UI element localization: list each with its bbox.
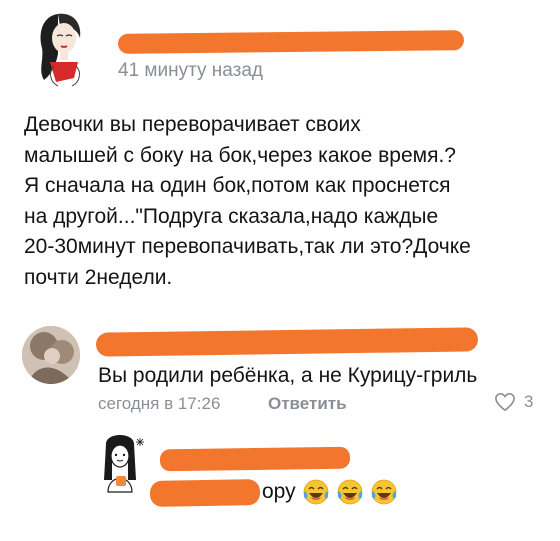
post-timestamp: 41 минуту назад (118, 60, 263, 81)
emoji-row (302, 478, 398, 506)
redacted-commenter-name (95, 327, 479, 357)
post-body: Девочки вы переворачивает своих малышей … (24, 113, 471, 289)
comment-timestamp: сегодня в 17:26 (98, 394, 221, 413)
reply-button[interactable]: Ответить (268, 394, 347, 414)
redacted-reply-author-name (159, 446, 351, 472)
redacted-mention (149, 479, 261, 507)
like-count: 3 (524, 392, 534, 411)
comment-text: Вы родили ребёнка, а не Курицу-гриль (98, 364, 478, 387)
reply-author-avatar[interactable] (92, 434, 148, 494)
heart-icon (495, 392, 515, 412)
like-button[interactable]: 3 (494, 392, 533, 412)
reply-text: ору (262, 480, 296, 503)
author-avatar[interactable] (28, 8, 100, 90)
commenter-avatar[interactable] (22, 326, 80, 384)
redacted-author-name (117, 30, 465, 54)
face-with-tears-of-joy-icon (337, 479, 363, 505)
face-with-tears-of-joy-icon (303, 479, 329, 505)
face-with-tears-of-joy-icon (371, 479, 397, 505)
